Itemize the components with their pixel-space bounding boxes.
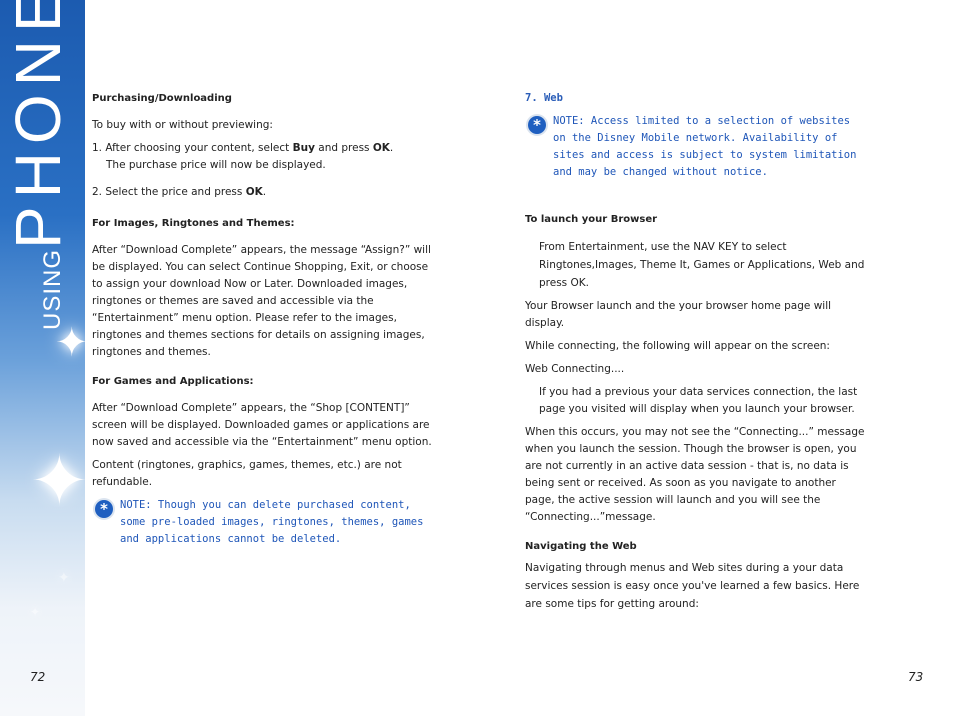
- section-title: USINGPHONE MENUS: [2, 0, 74, 330]
- section-title-using: USING: [39, 248, 66, 330]
- text: 1. After choosing your content, select: [92, 142, 293, 154]
- paragraph: To buy with or without previewing:: [92, 119, 273, 131]
- paragraph: After “Download Complete” appears, the “…: [92, 402, 432, 448]
- right-column: 7. Web * NOTE: Access limited to a selec…: [525, 90, 865, 619]
- section-title-main: PHONE MENUS: [2, 0, 74, 249]
- heading: Navigating the Web: [525, 541, 637, 552]
- heading: For Games and Applications:: [92, 376, 254, 387]
- paragraph: When this occurs, you may not see the “C…: [525, 426, 865, 523]
- paragraph: While connecting, the following will app…: [525, 340, 830, 352]
- note: * NOTE: Though you can delete purchased …: [92, 497, 432, 548]
- left-column: Purchasing/Downloading To buy with or wi…: [92, 90, 432, 548]
- page-number-left: 72: [30, 670, 46, 684]
- heading: To launch your Browser: [525, 214, 658, 225]
- paragraph: Web Connecting....: [525, 363, 625, 375]
- text: 2. Select the price and press: [92, 186, 246, 198]
- paragraph: If you had a previous your data services…: [539, 386, 858, 415]
- text: .: [262, 186, 267, 198]
- paragraph: Content (ringtones, graphics, games, the…: [92, 459, 402, 488]
- sparkle-icon: ✦: [58, 570, 70, 586]
- key-label: Buy: [292, 142, 315, 154]
- asterisk-note-icon: *: [95, 500, 113, 518]
- paragraph: From Entertainment, use the NAV KEY to s…: [539, 241, 865, 289]
- text: and press: [314, 142, 373, 154]
- note: * NOTE: Access limited to a selection of…: [525, 113, 865, 181]
- note-text: NOTE: Access limited to a selection of w…: [553, 115, 857, 178]
- text: The purchase price will now be displayed…: [106, 159, 326, 171]
- text: .: [389, 142, 394, 154]
- step-1: 1. After choosing your content, select B…: [92, 140, 432, 174]
- note-text: NOTE: Though you can delete purchased co…: [120, 499, 424, 545]
- paragraph: After “Download Complete” appears, the m…: [92, 244, 431, 358]
- paragraph: Your Browser launch and the your browser…: [525, 300, 832, 329]
- asterisk-note-icon: *: [528, 116, 546, 134]
- step-2: 2. Select the price and press OK.: [92, 184, 432, 201]
- paragraph: Navigating through menus and Web sites d…: [525, 562, 860, 610]
- key-label: OK: [372, 142, 390, 154]
- heading: 7. Web: [525, 92, 563, 104]
- heading: For Images, Ringtones and Themes:: [92, 218, 295, 229]
- sidebar-banner: ✦ ✦ ✦ ✦ USINGPHONE MENUS: [0, 0, 85, 716]
- sparkle-icon: ✦: [30, 605, 41, 619]
- sparkle-icon: ✦: [30, 440, 85, 522]
- key-label: OK: [245, 186, 263, 198]
- heading: Purchasing/Downloading: [92, 93, 232, 104]
- page-number-right: 73: [908, 670, 924, 684]
